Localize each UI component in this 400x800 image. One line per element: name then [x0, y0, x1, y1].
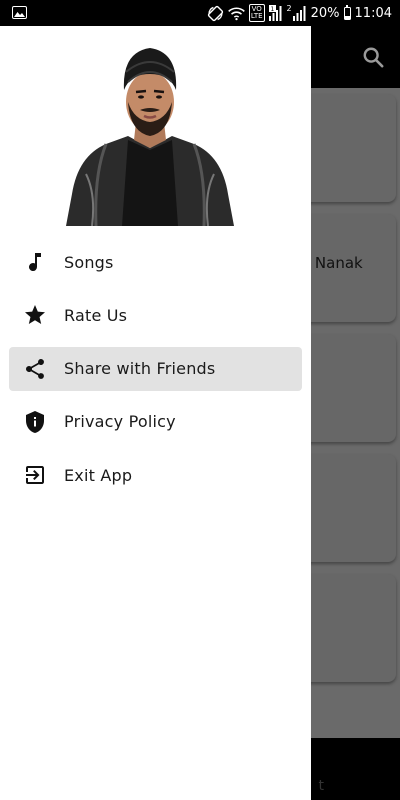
signal-sim2-icon	[292, 6, 306, 21]
share-icon	[26, 358, 44, 379]
status-bar: VO LTE 1 2 20% 11:04	[0, 0, 400, 26]
bottom-bar-text: t	[318, 778, 325, 794]
menu-item-label: Rate Us	[64, 305, 128, 325]
clock: 11:04	[354, 5, 392, 21]
exit-icon	[26, 466, 44, 485]
menu-item-share-with-friends[interactable]: Share with Friends	[9, 346, 302, 391]
wifi-icon	[228, 7, 245, 20]
svg-text:1: 1	[270, 6, 274, 13]
menu-item-privacy-policy[interactable]: Privacy Policy	[9, 400, 302, 444]
song-card[interactable]	[296, 94, 396, 202]
artist-avatar	[66, 48, 234, 226]
song-card[interactable]: r Nanak	[296, 214, 396, 322]
menu-item-label: Share with Friends	[64, 359, 216, 379]
song-card[interactable]	[296, 454, 396, 562]
volte-indicator: VO LTE	[248, 4, 265, 22]
shield-icon	[26, 410, 44, 433]
menu-item-exit-app[interactable]: Exit App	[9, 453, 302, 497]
song-card-title: r Nanak	[304, 254, 363, 272]
search-icon[interactable]	[362, 46, 384, 68]
battery-icon	[343, 4, 351, 20]
auto-rotate-icon	[207, 5, 224, 21]
song-card[interactable]	[296, 574, 396, 682]
sim-number: 2	[286, 3, 292, 13]
drawer-header	[0, 26, 311, 226]
music-note-icon	[29, 253, 41, 272]
menu-item-label: Privacy Policy	[64, 412, 176, 432]
gallery-notification-icon	[12, 6, 27, 19]
menu-item-label: Exit App	[64, 465, 133, 485]
song-card[interactable]	[296, 334, 396, 442]
menu-item-label: Songs	[64, 252, 114, 272]
drawer-menu: Songs Rate Us Share with Friends Privacy…	[0, 240, 311, 506]
battery-percent: 20%	[310, 5, 340, 21]
navigation-drawer: Songs Rate Us Share with Friends Privacy…	[0, 26, 311, 800]
star-icon	[25, 305, 45, 325]
menu-item-songs[interactable]: Songs	[9, 240, 302, 284]
menu-item-rate-us[interactable]: Rate Us	[9, 293, 302, 337]
signal-sim1-icon: 1	[268, 5, 282, 21]
